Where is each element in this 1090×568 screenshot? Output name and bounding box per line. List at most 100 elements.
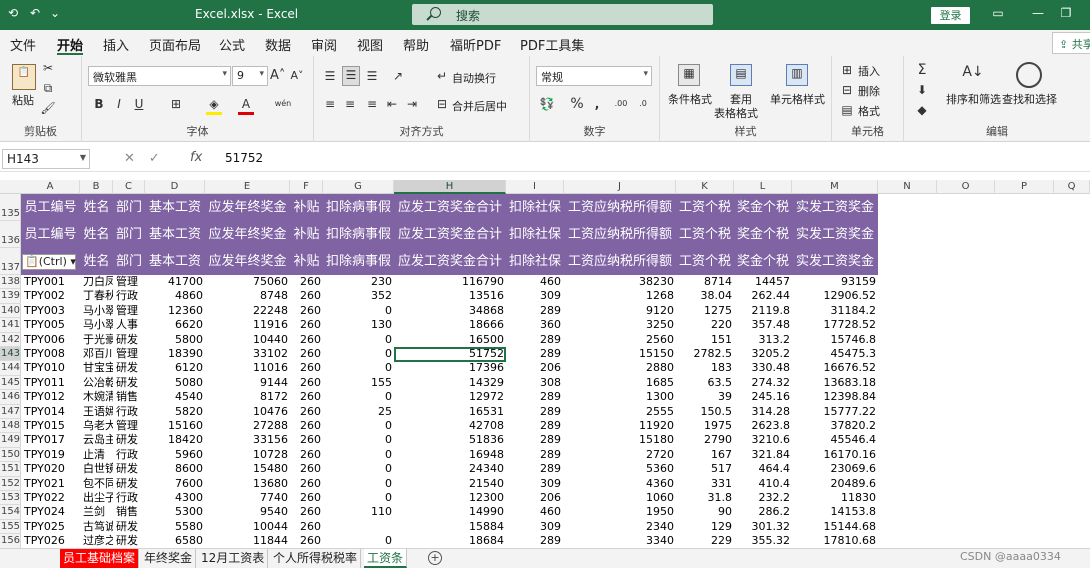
table-cell[interactable]: 0: [323, 304, 394, 318]
header-cell[interactable]: 姓名: [80, 248, 113, 275]
table-cell[interactable]: 2623.8: [734, 419, 792, 433]
table-cell[interactable]: 229: [676, 534, 734, 548]
table-cell[interactable]: 17728.52: [792, 318, 878, 332]
table-cell[interactable]: TPY021: [21, 477, 80, 491]
table-cell[interactable]: 止清: [80, 448, 113, 462]
table-cell[interactable]: 42708: [394, 419, 506, 433]
table-cell[interactable]: 1268: [564, 289, 676, 303]
delete-cells-icon[interactable]: ⊟: [840, 82, 854, 98]
table-cell[interactable]: 15160: [145, 419, 205, 433]
table-cell[interactable]: 6620: [145, 318, 205, 332]
row-header[interactable]: 137: [0, 248, 21, 275]
table-cell[interactable]: 10440: [205, 333, 290, 347]
column-header-p[interactable]: P: [995, 180, 1054, 194]
table-cell[interactable]: 15480: [205, 462, 290, 476]
table-cell[interactable]: 3340: [564, 534, 676, 548]
worksheet-grid[interactable]: ABCDEFGHIJKLMNOPQ 135 136 137 138 139 140 141 1…: [0, 172, 1090, 548]
header-cell[interactable]: 工资应纳税所得额: [564, 221, 676, 248]
table-cell[interactable]: 206: [506, 361, 564, 375]
table-cell[interactable]: 0: [323, 491, 394, 505]
table-cell[interactable]: 289: [506, 448, 564, 462]
copy-icon[interactable]: ⧉: [40, 80, 56, 96]
tab-page-layout[interactable]: 页面布局: [149, 35, 201, 54]
column-header-n[interactable]: N: [878, 180, 937, 194]
table-cell[interactable]: 12972: [394, 390, 506, 404]
table-cell[interactable]: 75060: [205, 275, 290, 289]
header-cell[interactable]: 奖金个税: [734, 248, 792, 275]
search-box[interactable]: 搜索: [412, 4, 713, 25]
table-cell[interactable]: 乌老大: [80, 419, 113, 433]
table-cell[interactable]: 18390: [145, 347, 205, 361]
table-cell[interactable]: 260: [290, 491, 323, 505]
column-header-d[interactable]: D: [145, 180, 205, 194]
table-cell[interactable]: 0: [323, 433, 394, 447]
table-cell[interactable]: TPY024: [21, 505, 80, 519]
italic-icon[interactable]: I: [112, 96, 126, 112]
header-cell[interactable]: 部门: [113, 248, 145, 275]
table-cell[interactable]: 4300: [145, 491, 205, 505]
table-cell[interactable]: 包不同: [80, 477, 113, 491]
table-cell[interactable]: TPY008: [21, 347, 80, 361]
table-cell[interactable]: 公冶乾: [80, 376, 113, 390]
table-cell[interactable]: 51836: [394, 433, 506, 447]
table-cell[interactable]: 行政: [113, 405, 145, 419]
table-cell[interactable]: 管理: [113, 347, 145, 361]
table-cell[interactable]: 220: [676, 318, 734, 332]
table-cell[interactable]: TPY006: [21, 333, 80, 347]
table-cell[interactable]: 16531: [394, 405, 506, 419]
row-header[interactable]: 146: [0, 390, 21, 405]
table-cell[interactable]: 云岛主: [80, 433, 113, 447]
table-cell[interactable]: 289: [506, 390, 564, 404]
header-cell[interactable]: 工资个税: [676, 221, 734, 248]
bold-icon[interactable]: B: [92, 96, 106, 112]
table-cell[interactable]: 22248: [205, 304, 290, 318]
table-cell[interactable]: 289: [506, 333, 564, 347]
row-header[interactable]: 148: [0, 419, 21, 434]
table-cell[interactable]: 5960: [145, 448, 205, 462]
table-cell[interactable]: 110: [323, 505, 394, 519]
row-header[interactable]: 138: [0, 275, 21, 290]
table-cell[interactable]: 刀白凤: [80, 275, 113, 289]
table-cell[interactable]: 45546.4: [792, 433, 878, 447]
table-cell[interactable]: 260: [290, 462, 323, 476]
align-left-icon[interactable]: ≡: [322, 96, 338, 112]
table-cell[interactable]: 9120: [564, 304, 676, 318]
table-cell[interactable]: 研发: [113, 534, 145, 548]
table-cell[interactable]: 262.44: [734, 289, 792, 303]
paste-label[interactable]: 粘贴: [12, 92, 34, 108]
find-select-label[interactable]: 查找和选择: [1002, 91, 1057, 107]
table-cell[interactable]: 出尘子: [80, 491, 113, 505]
table-cell[interactable]: TPY011: [21, 376, 80, 390]
table-cell[interactable]: 289: [506, 433, 564, 447]
tab-home[interactable]: 开始: [57, 35, 83, 54]
table-cell[interactable]: 马小翠: [80, 318, 113, 332]
underline-icon[interactable]: U: [132, 96, 146, 112]
orientation-icon[interactable]: ↗: [388, 68, 408, 84]
table-cell[interactable]: 白世镜: [80, 462, 113, 476]
header-cell[interactable]: 实发工资奖金: [792, 248, 878, 275]
header-cell[interactable]: 员工编号: [21, 194, 80, 221]
table-cell[interactable]: 31184.2: [792, 304, 878, 318]
row-header[interactable]: 156: [0, 534, 21, 548]
header-cell[interactable]: 应发工资奖金合计: [394, 248, 506, 275]
header-cell[interactable]: 基本工资: [145, 248, 205, 275]
table-cell[interactable]: 9540: [205, 505, 290, 519]
table-cell[interactable]: 11844: [205, 534, 290, 548]
table-cell[interactable]: 38230: [564, 275, 676, 289]
align-bottom-icon[interactable]: ☰: [364, 68, 380, 84]
table-cell[interactable]: 18420: [145, 433, 205, 447]
header-cell[interactable]: 扣除病事假: [323, 194, 394, 221]
table-cell[interactable]: 360: [506, 318, 564, 332]
table-cell[interactable]: 5800: [145, 333, 205, 347]
column-header-h[interactable]: H: [394, 180, 506, 194]
table-cell[interactable]: 0: [323, 361, 394, 375]
table-cell[interactable]: 308: [506, 376, 564, 390]
table-cell[interactable]: 11920: [564, 419, 676, 433]
table-cell[interactable]: 232.2: [734, 491, 792, 505]
table-cell[interactable]: 27288: [205, 419, 290, 433]
table-cell[interactable]: 16500: [394, 333, 506, 347]
table-cell[interactable]: 289: [506, 347, 564, 361]
table-cell[interactable]: TPY017: [21, 433, 80, 447]
table-cell[interactable]: 260: [290, 448, 323, 462]
comma-icon[interactable]: ,: [592, 96, 602, 112]
